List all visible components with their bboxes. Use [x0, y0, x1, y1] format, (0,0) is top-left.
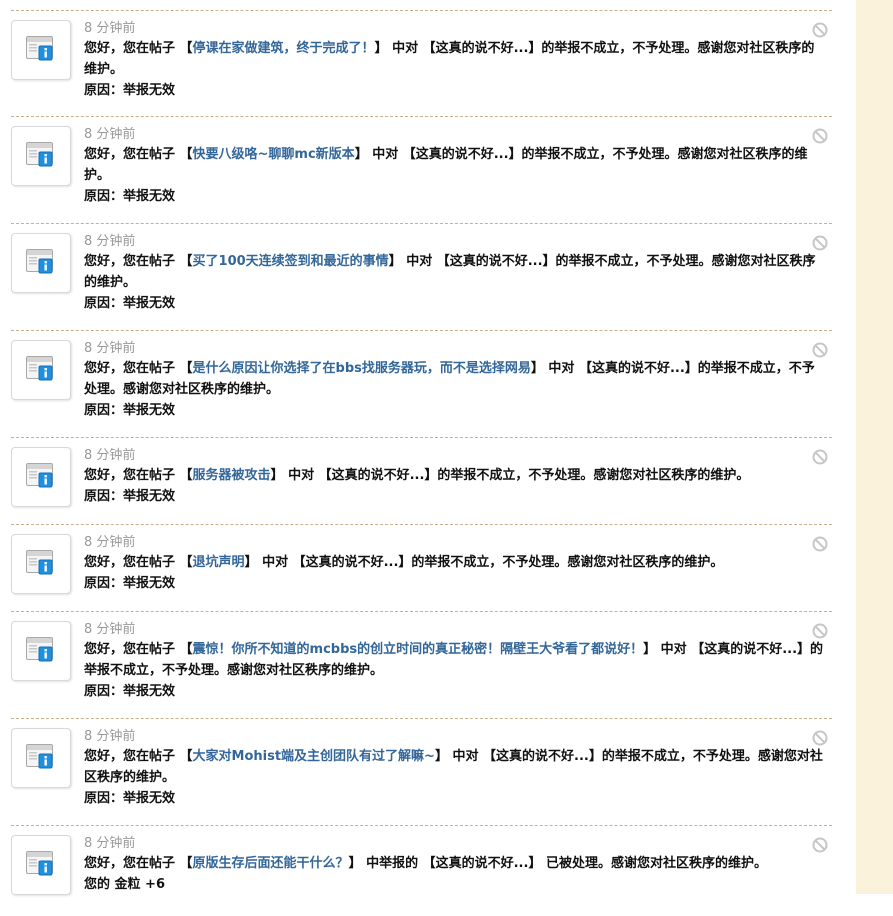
thread-link[interactable]: 买了100天连续签到和最近的事情 — [193, 254, 389, 269]
notice-time: 8 分钟前 — [84, 622, 136, 637]
notice-reason: 原因：举报无效 — [84, 296, 176, 311]
notice-reason: 原因：举报无效 — [84, 791, 176, 806]
notice-item: 8 分钟前 您好，您在帖子 【大家对Mohist端及主创团队有过了解嘛~】 中对… — [11, 718, 832, 825]
message-prefix: 您好，您在帖子 【 — [84, 41, 193, 56]
notice-body: 8 分钟前 您好，您在帖子 【服务器被攻击】 中对 【这真的说不好...】的举报… — [84, 438, 832, 507]
notice-time: 8 分钟前 — [84, 21, 136, 36]
notice-message: 您好，您在帖子 【快要八级咯~聊聊mc新版本】 中对 【这真的说不好...】的举… — [84, 144, 827, 186]
notice-time: 8 分钟前 — [84, 341, 136, 356]
notice-item: 8 分钟前 您好，您在帖子 【原版生存后面还能干什么？】 中举报的 【这真的说不… — [11, 825, 832, 916]
message-prefix: 您好，您在帖子 【 — [84, 642, 193, 657]
system-notice-avatar — [11, 447, 71, 507]
notice-body: 8 分钟前 您好，您在帖子 【退坑声明】 中对 【这真的说不好...】的举报不成… — [84, 525, 832, 594]
notice-body: 8 分钟前 您好，您在帖子 【震惊！你所不知道的mcbbs的创立时间的真正秘密！… — [84, 612, 832, 702]
system-notice-avatar — [11, 835, 71, 895]
ignore-notice-icon[interactable] — [812, 235, 828, 251]
notice-message: 您好，您在帖子 【是什么原因让你选择了在bbs找服务器玩，而不是选择网易】 中对… — [84, 358, 827, 400]
ignore-notice-icon[interactable] — [812, 342, 828, 358]
notice-time: 8 分钟前 — [84, 234, 136, 249]
info-window-icon — [26, 744, 53, 769]
notice-time: 8 分钟前 — [84, 448, 136, 463]
system-notice-avatar — [11, 728, 71, 788]
system-notice-avatar — [11, 20, 71, 80]
notice-reason: 原因：举报无效 — [84, 403, 176, 418]
ignore-notice-icon[interactable] — [812, 623, 828, 639]
system-notice-avatar — [11, 233, 71, 293]
message-prefix: 您好，您在帖子 【 — [84, 361, 193, 376]
notice-item: 8 分钟前 您好，您在帖子 【快要八级咯~聊聊mc新版本】 中对 【这真的说不好… — [11, 116, 832, 223]
thread-link[interactable]: 服务器被攻击 — [193, 468, 271, 483]
system-notice-avatar — [11, 340, 71, 400]
info-window-icon — [26, 36, 53, 61]
notice-reason: 原因：举报无效 — [84, 576, 176, 591]
ignore-notice-icon[interactable] — [812, 536, 828, 552]
info-window-icon — [26, 851, 53, 876]
info-window-icon — [26, 637, 53, 662]
notice-body: 8 分钟前 您好，您在帖子 【大家对Mohist端及主创团队有过了解嘛~】 中对… — [84, 719, 832, 809]
info-window-icon — [26, 463, 53, 488]
notice-reason: 原因：举报无效 — [84, 684, 176, 699]
message-prefix: 您好，您在帖子 【 — [84, 555, 193, 570]
notice-message: 您好，您在帖子 【原版生存后面还能干什么？】 中举报的 【这真的说不好...】 … — [84, 853, 827, 874]
message-prefix: 您好，您在帖子 【 — [84, 749, 193, 764]
notice-message: 您好，您在帖子 【震惊！你所不知道的mcbbs的创立时间的真正秘密！隔壁王大爷看… — [84, 639, 827, 681]
thread-link[interactable]: 大家对Mohist端及主创团队有过了解嘛~ — [193, 749, 435, 764]
notice-reason: 原因：举报无效 — [84, 489, 176, 504]
notice-time: 8 分钟前 — [84, 127, 136, 142]
notice-message: 您好，您在帖子 【停课在家做建筑，终于完成了！】 中对 【这真的说不好...】的… — [84, 38, 827, 80]
message-rest: 】 中对 【这真的说不好...】的举报不成立，不予处理。感谢您对社区秩序的维护。 — [270, 468, 750, 483]
notice-item: 8 分钟前 您好，您在帖子 【是什么原因让你选择了在bbs找服务器玩，而不是选择… — [11, 330, 832, 437]
message-prefix: 您好，您在帖子 【 — [84, 856, 193, 871]
info-window-icon — [26, 356, 53, 381]
notice-reason: 原因：举报无效 — [84, 83, 176, 98]
notice-message: 您好，您在帖子 【服务器被攻击】 中对 【这真的说不好...】的举报不成立，不予… — [84, 465, 827, 486]
message-prefix: 您好，您在帖子 【 — [84, 468, 193, 483]
thread-link[interactable]: 停课在家做建筑，终于完成了！ — [193, 41, 375, 56]
ignore-notice-icon[interactable] — [812, 128, 828, 144]
ignore-notice-icon[interactable] — [812, 730, 828, 746]
message-prefix: 您好，您在帖子 【 — [84, 254, 193, 269]
notice-time: 8 分钟前 — [84, 535, 136, 550]
ignore-notice-icon[interactable] — [812, 449, 828, 465]
notice-body: 8 分钟前 您好，您在帖子 【快要八级咯~聊聊mc新版本】 中对 【这真的说不好… — [84, 117, 832, 207]
notice-list: 8 分钟前 您好，您在帖子 【停课在家做建筑，终于完成了！】 中对 【这真的说不… — [11, 10, 832, 916]
notice-reason: 您的 金粒 +6 — [84, 877, 165, 892]
notice-item: 8 分钟前 您好，您在帖子 【停课在家做建筑，终于完成了！】 中对 【这真的说不… — [11, 10, 832, 116]
message-rest: 】 中举报的 【这真的说不好...】 已被处理。感谢您对社区秩序的维护。 — [348, 856, 767, 871]
notice-message: 您好，您在帖子 【买了100天连续签到和最近的事情】 中对 【这真的说不好...… — [84, 251, 827, 293]
notice-item: 8 分钟前 您好，您在帖子 【震惊！你所不知道的mcbbs的创立时间的真正秘密！… — [11, 611, 832, 718]
system-notice-avatar — [11, 621, 71, 681]
notice-item: 8 分钟前 您好，您在帖子 【买了100天连续签到和最近的事情】 中对 【这真的… — [11, 223, 832, 330]
message-rest: 】 中对 【这真的说不好...】的举报不成立，不予处理。感谢您对社区秩序的维护。 — [244, 555, 724, 570]
notice-message: 您好，您在帖子 【退坑声明】 中对 【这真的说不好...】的举报不成立，不予处理… — [84, 552, 827, 573]
notice-body: 8 分钟前 您好，您在帖子 【是什么原因让你选择了在bbs找服务器玩，而不是选择… — [84, 331, 832, 421]
notice-body: 8 分钟前 您好，您在帖子 【原版生存后面还能干什么？】 中举报的 【这真的说不… — [84, 826, 832, 895]
notice-reason: 原因：举报无效 — [84, 189, 176, 204]
system-notice-avatar — [11, 534, 71, 594]
notice-time: 8 分钟前 — [84, 836, 136, 851]
ignore-notice-icon[interactable] — [812, 837, 828, 853]
thread-link[interactable]: 退坑声明 — [193, 555, 245, 570]
notice-time: 8 分钟前 — [84, 729, 136, 744]
thread-link[interactable]: 快要八级咯~聊聊mc新版本 — [193, 147, 355, 162]
info-window-icon — [26, 550, 53, 575]
ignore-notice-icon[interactable] — [812, 22, 828, 38]
info-window-icon — [26, 142, 53, 167]
notice-body: 8 分钟前 您好，您在帖子 【买了100天连续签到和最近的事情】 中对 【这真的… — [84, 224, 832, 314]
right-sidebar-background — [856, 0, 893, 894]
thread-link[interactable]: 原版生存后面还能干什么？ — [193, 856, 349, 871]
thread-link[interactable]: 震惊！你所不知道的mcbbs的创立时间的真正秘密！隔壁王大爷看了都说好！ — [193, 642, 644, 657]
notice-body: 8 分钟前 您好，您在帖子 【停课在家做建筑，终于完成了！】 中对 【这真的说不… — [84, 11, 832, 101]
message-prefix: 您好，您在帖子 【 — [84, 147, 193, 162]
notice-item: 8 分钟前 您好，您在帖子 【退坑声明】 中对 【这真的说不好...】的举报不成… — [11, 524, 832, 611]
notice-message: 您好，您在帖子 【大家对Mohist端及主创团队有过了解嘛~】 中对 【这真的说… — [84, 746, 827, 788]
info-window-icon — [26, 249, 53, 274]
notice-item: 8 分钟前 您好，您在帖子 【服务器被攻击】 中对 【这真的说不好...】的举报… — [11, 437, 832, 524]
system-notice-avatar — [11, 126, 71, 186]
thread-link[interactable]: 是什么原因让你选择了在bbs找服务器玩，而不是选择网易 — [193, 361, 531, 376]
